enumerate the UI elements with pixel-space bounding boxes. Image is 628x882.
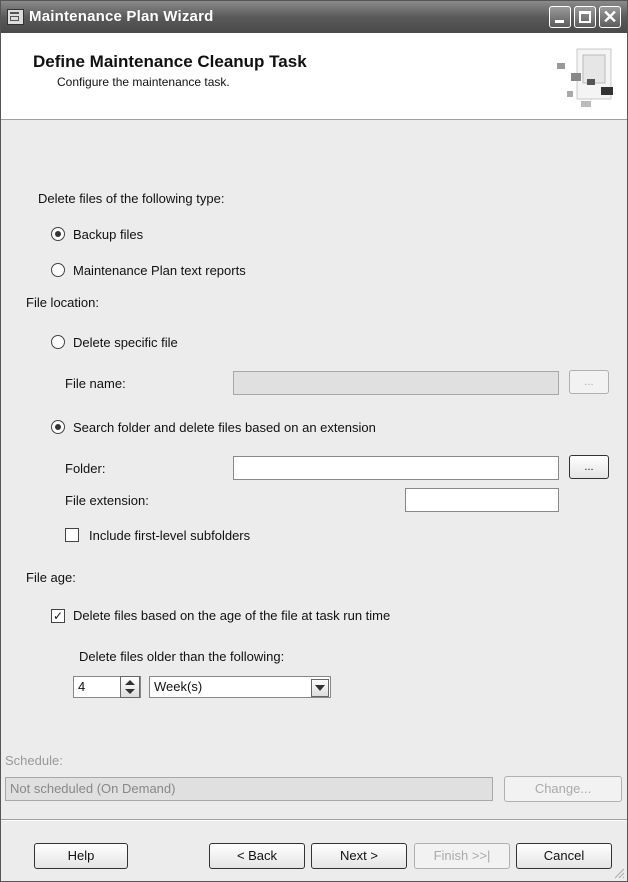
title-bar[interactable]: Maintenance Plan Wizard ✕: [1, 1, 627, 33]
search-folder-label[interactable]: Search folder and delete files based on …: [73, 420, 376, 435]
close-button[interactable]: ✕: [599, 6, 621, 28]
search-folder-radio[interactable]: [51, 420, 65, 434]
delete-by-age-label[interactable]: Delete files based on the age of the fil…: [73, 608, 390, 623]
text-reports-radio[interactable]: [51, 263, 65, 277]
delete-specific-file-radio[interactable]: [51, 335, 65, 349]
file-type-label: Delete files of the following type:: [38, 191, 225, 206]
window-title: Maintenance Plan Wizard: [29, 8, 214, 25]
spin-up-icon[interactable]: [125, 680, 135, 685]
next-button[interactable]: Next >: [311, 843, 407, 869]
footer-divider-highlight: [1, 820, 627, 821]
backup-files-radio[interactable]: [51, 227, 65, 241]
wizard-window: Maintenance Plan Wizard ✕ Define Mainten…: [0, 0, 628, 882]
page-title: Define Maintenance Cleanup Task: [33, 52, 307, 71]
help-button[interactable]: Help: [34, 843, 128, 869]
file-name-browse-button[interactable]: ...: [569, 370, 609, 394]
file-location-label: File location:: [26, 295, 99, 310]
age-unit-select[interactable]: Week(s): [149, 676, 331, 698]
backup-files-label[interactable]: Backup files: [73, 227, 143, 242]
age-unit-dropdown-button[interactable]: [311, 679, 329, 697]
close-icon: ✕: [602, 7, 618, 27]
back-button[interactable]: < Back: [209, 843, 305, 869]
folder-field[interactable]: [233, 456, 559, 480]
schedule-label: Schedule:: [5, 753, 63, 768]
include-subfolders-label[interactable]: Include first-level subfolders: [89, 528, 250, 543]
file-extension-label: File extension:: [65, 493, 149, 508]
text-reports-label[interactable]: Maintenance Plan text reports: [73, 263, 246, 278]
finish-button[interactable]: Finish >>|: [414, 843, 510, 869]
delete-specific-file-label[interactable]: Delete specific file: [73, 335, 178, 350]
spin-down-icon[interactable]: [125, 689, 135, 694]
minimize-button[interactable]: [549, 6, 571, 28]
change-schedule-button[interactable]: Change...: [504, 776, 622, 802]
size-grip-icon[interactable]: [613, 867, 625, 879]
schedule-field: Not scheduled (On Demand): [5, 777, 493, 801]
file-name-field[interactable]: [233, 371, 559, 395]
wizard-header-art: [557, 48, 613, 107]
older-than-label: Delete files older than the following:: [79, 649, 285, 664]
folder-label: Folder:: [65, 461, 106, 476]
file-age-label: File age:: [26, 570, 76, 585]
age-amount-stepper[interactable]: [120, 676, 140, 698]
wizard-header: Define Maintenance Cleanup Task Configur…: [1, 33, 627, 120]
maximize-icon: [579, 11, 591, 23]
window-app-icon[interactable]: [7, 9, 24, 25]
page-subtitle: Configure the maintenance task.: [57, 75, 230, 89]
file-extension-field[interactable]: [405, 488, 559, 512]
maximize-button[interactable]: [574, 6, 596, 28]
cancel-button[interactable]: Cancel: [516, 843, 612, 869]
minimize-icon: [555, 20, 564, 23]
include-subfolders-checkbox[interactable]: [65, 528, 79, 542]
folder-browse-button[interactable]: ...: [569, 455, 609, 479]
dropdown-arrow-icon: [315, 685, 325, 691]
file-name-label: File name:: [65, 376, 126, 391]
delete-by-age-checkbox[interactable]: ✓: [51, 609, 65, 623]
